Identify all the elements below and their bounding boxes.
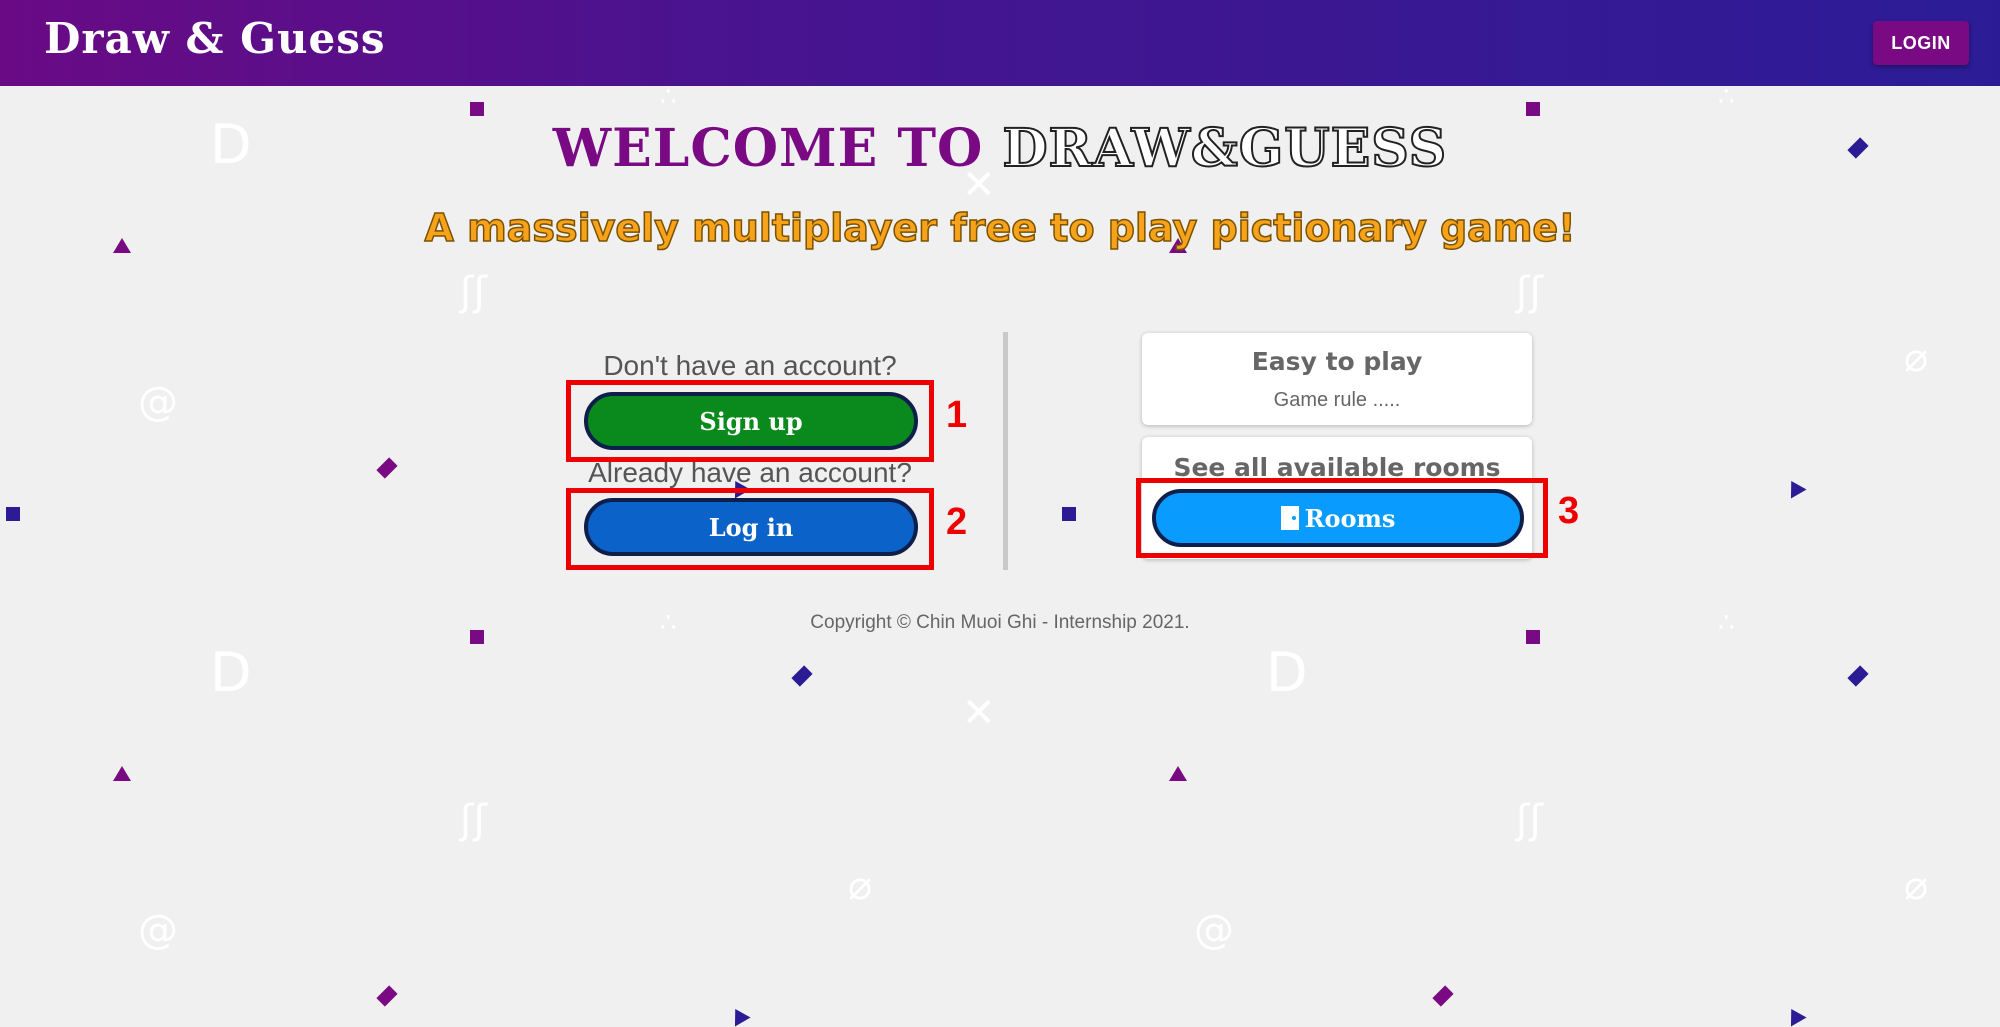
copyright-text: Copyright © Chin Muoi Ghi - Internship 2…: [810, 612, 1190, 633]
welcome-brand-text: DRAW&GUESS: [1001, 117, 1448, 180]
decor-triangle: [1169, 766, 1187, 781]
decor-diamond: [376, 457, 398, 479]
rooms-button[interactable]: Rooms: [1152, 489, 1524, 547]
decor-doodle: ʃʃ: [1516, 269, 1543, 315]
rooms-button-label: Rooms: [1304, 503, 1396, 533]
decor-doodle: ✕: [962, 690, 996, 736]
decor-triangle: [1783, 1004, 1807, 1027]
decor-square: [470, 102, 484, 116]
decor-square: [1526, 102, 1540, 116]
annotation-number-3: 3: [1558, 490, 1580, 532]
top-navbar: Draw & Guess LOGIN: [0, 0, 2000, 86]
door-icon: [1280, 506, 1299, 530]
decor-doodle: @: [1194, 907, 1234, 953]
login-prompt: Already have an account?: [588, 457, 912, 488]
decor-triangle: [727, 1004, 751, 1027]
decor-doodle: @: [138, 379, 178, 425]
decor-doodle: ∴: [660, 82, 677, 112]
decor-doodle: ʃʃ: [460, 797, 487, 843]
decor-doodle: D: [210, 641, 252, 704]
decor-doodle: D: [1266, 641, 1308, 704]
decor-doodle: ∴: [1718, 82, 1735, 112]
rules-card-title: Easy to play: [1251, 347, 1423, 376]
section-divider: [1003, 332, 1008, 570]
header-login-button[interactable]: LOGIN: [1873, 21, 1969, 65]
rules-card: Easy to play Game rule .....: [1142, 333, 1532, 425]
signup-button[interactable]: Sign up: [584, 392, 918, 450]
login-button[interactable]: Log in: [584, 498, 918, 556]
welcome-heading: WELCOME TO DRAW&GUESS: [0, 117, 2000, 180]
decor-doodle: ⌀: [1904, 863, 1929, 909]
signup-prompt: Don't have an account?: [603, 350, 897, 381]
annotation-number-2: 2: [946, 501, 968, 543]
decor-triangle: [113, 766, 131, 781]
decor-square: [6, 507, 20, 521]
annotation-number-1: 1: [946, 394, 968, 436]
brand-logo[interactable]: Draw & Guess: [44, 14, 386, 63]
decor-diamond: [376, 985, 398, 1007]
decor-diamond: [791, 665, 813, 687]
decor-diamond: [1432, 985, 1454, 1007]
rules-card-text: Game rule .....: [1273, 389, 1401, 411]
decor-triangle: [1783, 476, 1807, 499]
tagline: A massively multiplayer free to play pic…: [424, 205, 1577, 251]
welcome-text: WELCOME TO: [552, 118, 1003, 179]
decor-diamond: [1847, 665, 1869, 687]
decor-doodle: @: [138, 907, 178, 953]
decor-doodle: ʃʃ: [460, 269, 487, 315]
decor-doodle: ʃʃ: [1516, 797, 1543, 843]
decor-doodle: ⌀: [848, 863, 873, 909]
decor-doodle: ⌀: [1904, 335, 1929, 381]
decor-square: [1062, 507, 1076, 521]
